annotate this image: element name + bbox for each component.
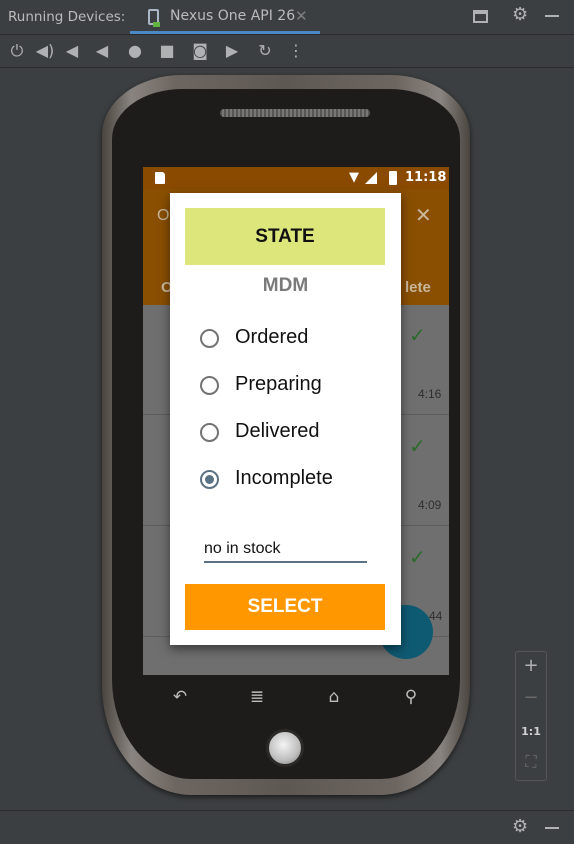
signal-icon <box>365 172 377 184</box>
home-icon[interactable]: ● <box>125 42 145 60</box>
hide-panel-icon[interactable] <box>545 15 559 17</box>
hide-panel-icon[interactable] <box>545 827 559 829</box>
check-icon: ✓ <box>409 545 426 569</box>
wifi-icon: ▼ <box>349 170 359 185</box>
radio-label[interactable]: Preparing <box>235 373 322 396</box>
zoom-controls: + − 1:1 ⛶ <box>515 651 547 781</box>
trackball-button[interactable] <box>266 729 304 767</box>
app-close-icon: ✕ <box>415 203 432 227</box>
earpiece-speaker <box>220 109 370 117</box>
bottom-toolbar: ⚙ <box>0 810 574 844</box>
battery-icon <box>389 171 397 185</box>
status-clock: 11:18 <box>405 170 447 185</box>
zoom-actual-size-button[interactable]: 1:1 <box>516 725 546 738</box>
power-icon[interactable]: ⏻ <box>7 42 27 60</box>
nav-home-icon[interactable]: ⌂ <box>322 687 346 707</box>
window-layout-icon[interactable] <box>473 10 488 23</box>
more-icon[interactable]: ⋮ <box>286 42 306 60</box>
radio-button-selected[interactable] <box>200 470 219 489</box>
radio-label[interactable]: Delivered <box>235 420 319 443</box>
list-item-time: 4:16 <box>418 387 442 401</box>
rotate-icon[interactable]: ↻ <box>255 42 275 60</box>
state-dialog: STATE MDM Ordered Preparing Delivered In… <box>170 193 401 645</box>
zoom-out-icon[interactable]: − <box>516 687 546 708</box>
note-input[interactable] <box>204 537 367 563</box>
nav-search-icon[interactable]: ⚲ <box>399 687 423 707</box>
nav-back-icon[interactable]: ↶ <box>168 687 192 707</box>
panel-label: Running Devices: <box>8 9 126 25</box>
overview-icon[interactable]: ■ <box>157 42 177 60</box>
radio-label[interactable]: Incomplete <box>235 467 333 490</box>
back-icon[interactable]: ◀ <box>92 42 112 60</box>
volume-down-icon[interactable]: ◀ <box>62 42 82 60</box>
settings-gear-icon[interactable]: ⚙ <box>512 4 528 25</box>
list-item-time: 4:09 <box>418 498 442 512</box>
radio-option-incomplete[interactable]: Incomplete <box>200 467 390 493</box>
select-button[interactable]: SELECT <box>185 584 385 630</box>
camera-icon[interactable]: ◙ <box>190 42 210 60</box>
zoom-fit-icon[interactable]: ⛶ <box>516 752 546 772</box>
android-status-bar: ▼ 11:18 <box>143 167 449 189</box>
device-icon <box>148 9 160 27</box>
radio-option-delivered[interactable]: Delivered <box>200 420 390 446</box>
video-icon[interactable]: ▶ <box>222 42 242 60</box>
radio-button[interactable] <box>200 329 219 348</box>
radio-button[interactable] <box>200 376 219 395</box>
check-icon: ✓ <box>409 323 426 347</box>
dialog-subtitle: MDM <box>262 275 309 296</box>
device-toolbar: ⏻ ◀) ◀ ◀ ● ■ ◙ ▶ ↻ ⋮ <box>0 36 574 68</box>
state-button[interactable]: STATE <box>185 208 385 265</box>
volume-up-icon[interactable]: ◀) <box>35 42 55 60</box>
active-tab-indicator <box>130 31 320 34</box>
radio-option-ordered[interactable]: Ordered <box>200 326 390 352</box>
nav-menu-icon[interactable]: ≣ <box>245 687 269 707</box>
radio-button[interactable] <box>200 423 219 442</box>
settings-gear-icon[interactable]: ⚙ <box>512 816 528 837</box>
column-header-fragment-right: lete <box>405 279 431 296</box>
radio-option-preparing[interactable]: Preparing <box>200 373 390 399</box>
tab-nexus-one[interactable]: Nexus One API 26 ✕ <box>130 0 320 35</box>
zoom-in-icon[interactable]: + <box>516 655 546 676</box>
close-tab-icon[interactable]: ✕ <box>295 7 308 25</box>
running-devices-header: Running Devices: Nexus One API 26 ✕ ⚙ <box>0 0 574 35</box>
device-tab-title: Nexus One API 26 <box>170 8 296 24</box>
radio-label[interactable]: Ordered <box>235 326 308 349</box>
sd-card-icon <box>155 172 165 184</box>
check-icon: ✓ <box>409 434 426 458</box>
